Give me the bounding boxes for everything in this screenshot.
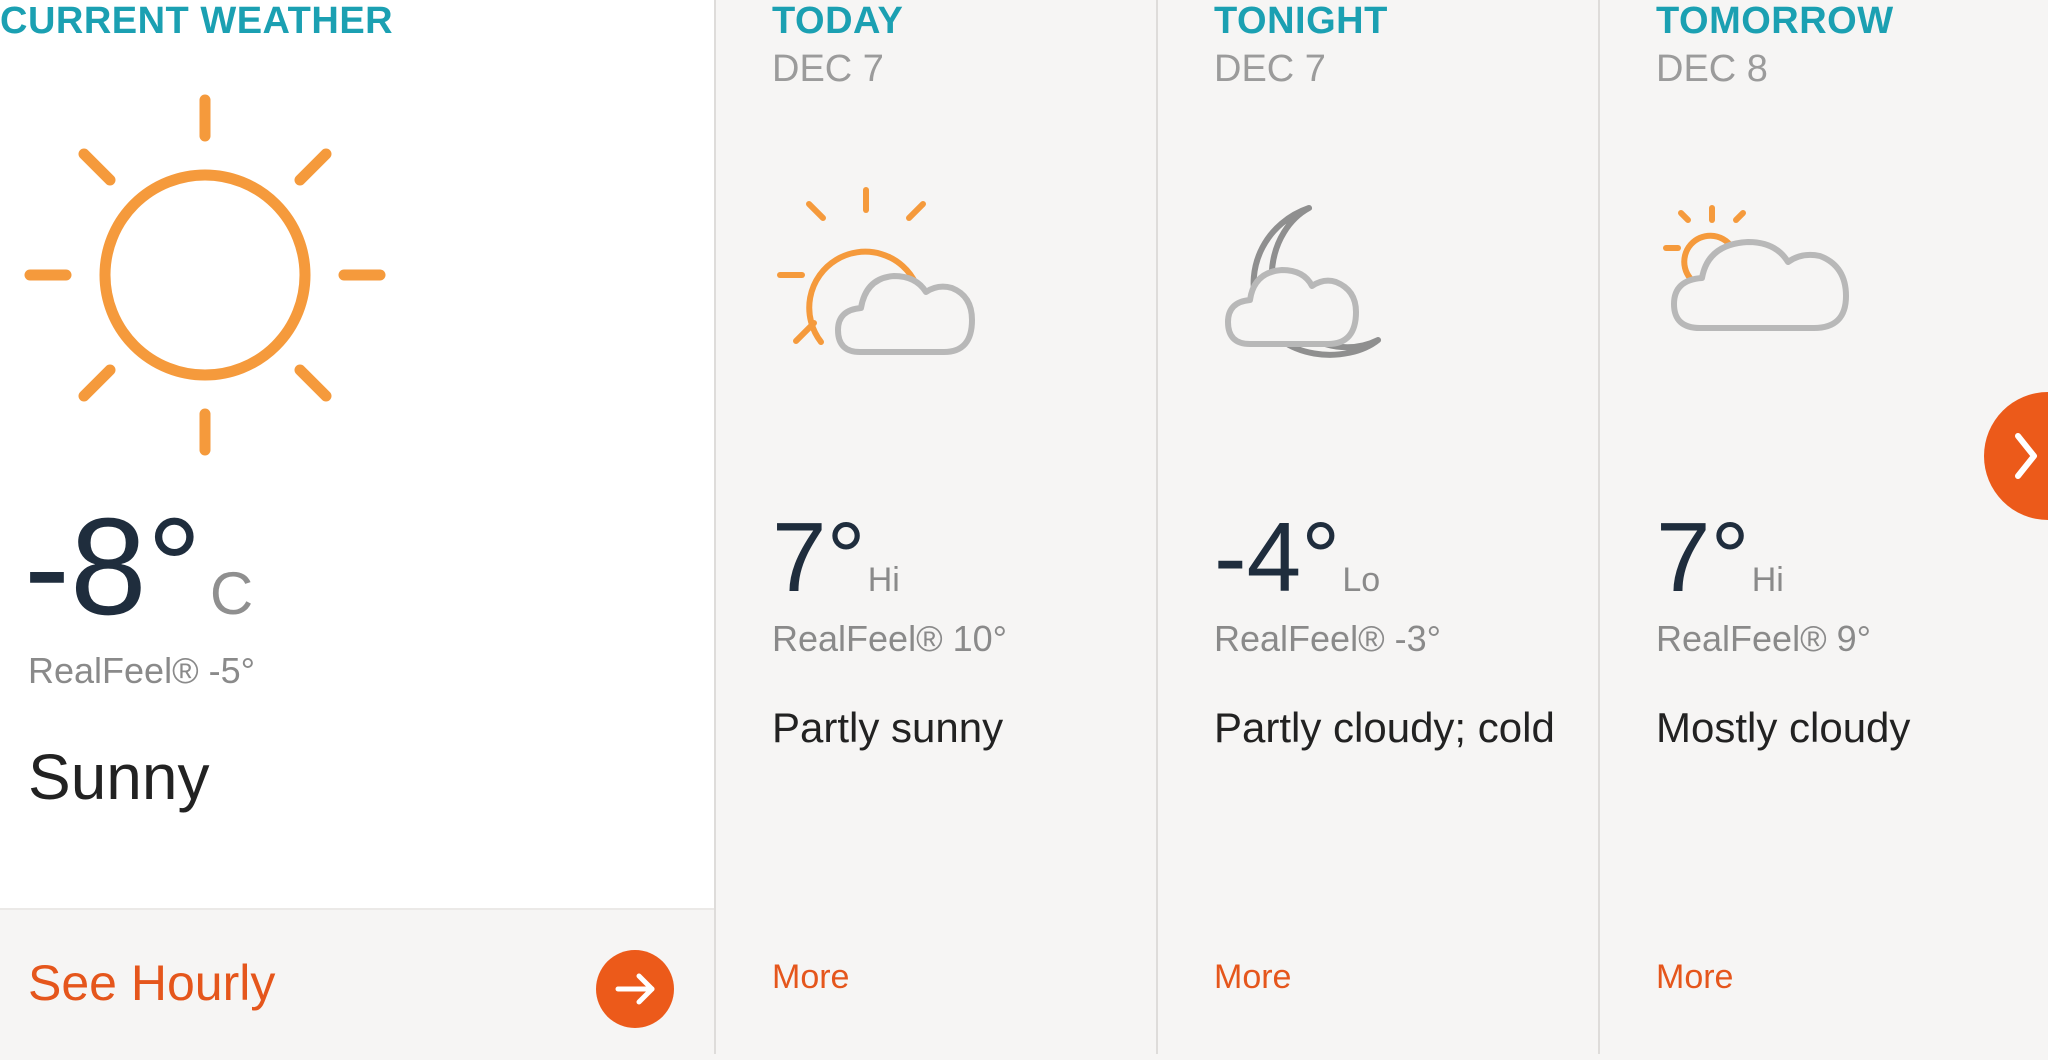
forecast-phrase: Partly cloudy; cold	[1214, 704, 1555, 751]
current-realfeel: RealFeel® -5°	[28, 650, 256, 691]
partly-sunny-icon	[777, 187, 975, 355]
forecast-label: TOMORROW	[1656, 0, 1894, 42]
forecast-label: TODAY	[772, 0, 904, 42]
forecast-temperature: 7°Hi	[772, 508, 900, 606]
current-weather-panel: CURRENT WEATHER -8° C RealFeel® -5° Sunny	[0, 0, 714, 908]
forecast-phrase: Mostly cloudy	[1656, 704, 1911, 751]
hi-lo-label: Hi	[1751, 561, 1784, 599]
forecast-temp-value: -4°	[1214, 502, 1341, 612]
forecast-temperature: 7°Hi	[1656, 508, 1784, 606]
more-link[interactable]: More	[1656, 958, 1733, 997]
see-hourly-link[interactable]: See Hourly	[0, 908, 714, 1056]
forecast-card-tomorrow[interactable]: TOMORROW DEC 8 7°Hi RealFeel® 9° Mostly …	[1598, 0, 2040, 1054]
hi-lo-label: Hi	[867, 561, 900, 599]
current-temperature: -8° C	[24, 498, 253, 636]
more-link[interactable]: More	[1214, 958, 1291, 997]
hi-lo-label: Lo	[1342, 561, 1381, 599]
forecast-phrase: Partly sunny	[772, 704, 1004, 751]
next-forecast-button[interactable]	[1984, 392, 2048, 520]
mostly-cloudy-icon	[1663, 205, 1849, 331]
forecast-card-tonight[interactable]: TONIGHT DEC 7 -4°Lo RealFeel® -3° Partly…	[1156, 0, 1598, 1054]
sun-icon	[24, 94, 386, 456]
forecast-date: DEC 8	[1656, 48, 1768, 90]
current-temp-value: -8°	[24, 490, 202, 644]
forecast-realfeel: RealFeel® 10°	[772, 618, 1008, 659]
current-phrase: Sunny	[28, 741, 210, 813]
forecast-realfeel: RealFeel® -3°	[1214, 618, 1442, 659]
forecast-card-today[interactable]: TODAY DEC 7 7°Hi RealFeel® 10° Partly su…	[714, 0, 1156, 1054]
forecast-realfeel: RealFeel® 9°	[1656, 618, 1872, 659]
arrow-right-icon[interactable]	[596, 950, 674, 1028]
chevron-right-icon	[2015, 433, 2037, 479]
more-link[interactable]: More	[772, 958, 849, 997]
current-weather-title: CURRENT WEATHER	[0, 0, 394, 42]
forecast-temp-value: 7°	[772, 502, 866, 612]
forecast-temp-value: 7°	[1656, 502, 1750, 612]
temp-unit: C	[209, 560, 254, 627]
forecast-temperature: -4°Lo	[1214, 508, 1380, 606]
forecast-date: DEC 7	[1214, 48, 1326, 90]
forecast-label: TONIGHT	[1214, 0, 1388, 42]
see-hourly-label: See Hourly	[28, 955, 276, 1011]
forecast-date: DEC 7	[772, 48, 884, 90]
partly-cloudy-night-icon	[1225, 205, 1381, 358]
